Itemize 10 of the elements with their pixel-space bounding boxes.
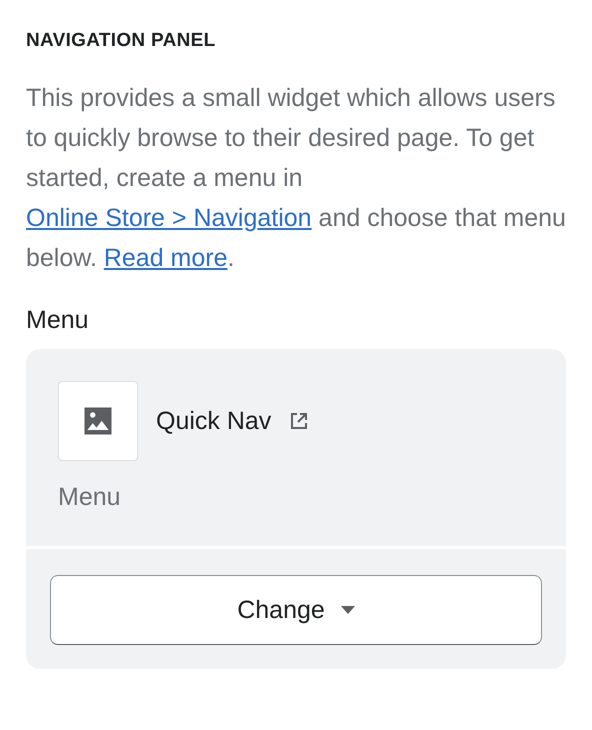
field-label: Menu [26,306,90,335]
caret-icon [340,606,355,614]
change-button[interactable]: Change [50,575,542,645]
description-text: This provides a small widget which allows users to quickly browse to their desired page. To get started, create a menu in Online Store > Navigation and choose that menu below. Read more. [26,83,566,274]
text-link[interactable]: Online Store > Navigation [26,204,312,232]
section-heading: NAVIGATION PANEL [26,30,217,52]
text-link[interactable]: Read more [104,244,228,272]
menu-type: Menu [58,483,122,512]
menu-name: Quick Nav [156,406,272,436]
external-link-icon[interactable] [289,411,310,431]
